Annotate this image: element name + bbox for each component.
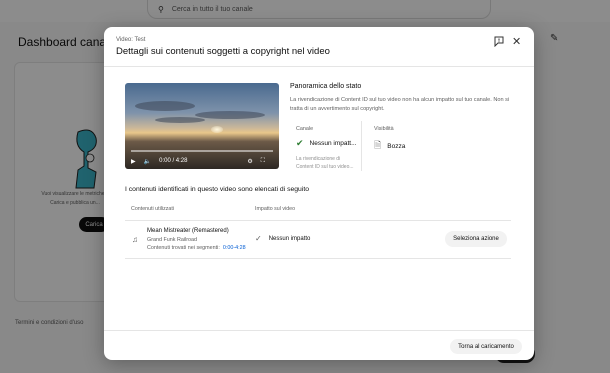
video-time: 0:00 / 4:28: [159, 158, 188, 164]
header-divider: [104, 66, 534, 67]
song-artist: Grand Funk Railroad: [147, 237, 198, 243]
table-divider: [125, 258, 511, 259]
song-segments: Contenuti trovati nei segmenti: 0:00-4:28: [147, 245, 246, 251]
settings-icon[interactable]: ⚙: [247, 158, 252, 165]
table-divider: [125, 220, 511, 221]
channel-status-value: ✔ Nessun impatt...: [296, 138, 357, 149]
segments-label: Contenuti trovati nei segmenti:: [147, 245, 220, 251]
visibility-status: Visibilità 🗎 Bozza: [368, 121, 448, 171]
select-action-button[interactable]: Seleziona azione: [445, 231, 507, 247]
fullscreen-icon[interactable]: ⛶: [261, 158, 265, 165]
overview-title: Panoramica dello stato: [290, 83, 362, 90]
col-header-content: Contenuti utilizzati: [131, 206, 174, 212]
music-note-icon: ♫: [132, 235, 138, 244]
channel-status-text: Nessun impatt...: [309, 140, 357, 147]
video-progress-bar[interactable]: [131, 150, 273, 152]
content-section-title: I contenuti identificati in questo video…: [125, 186, 310, 193]
copyright-details-dialog: Video: Test Dettagli sui contenuti sogge…: [104, 27, 534, 360]
dialog-title: Dettagli sui contenuti soggetti a copyri…: [116, 46, 330, 57]
volume-icon[interactable]: 🔈: [144, 158, 151, 165]
col-header-impact: Impatto sul video: [255, 206, 296, 212]
impact-status: ✓ Nessun impatto: [255, 234, 310, 243]
overview-description: La rivendicazione di Content ID sul tuo …: [290, 97, 510, 112]
play-icon[interactable]: ▶: [131, 158, 136, 165]
check-icon: ✓: [255, 234, 262, 243]
channel-status-note: La rivendicazione di Content ID sul tuo …: [296, 156, 354, 170]
back-to-upload-button[interactable]: Torna al caricamento: [450, 339, 522, 354]
segments-link[interactable]: 0:00-4:28: [223, 245, 246, 251]
draft-file-icon: 🗎: [374, 140, 382, 150]
visibility-value: 🗎 Bozza: [374, 138, 405, 154]
impact-text: Nessun impatto: [268, 235, 311, 242]
channel-status: Canale ✔ Nessun impatt... La rivendicazi…: [290, 121, 362, 171]
footer-divider: [104, 330, 534, 331]
video-thumbnail: [211, 126, 223, 133]
channel-status-label: Canale: [296, 126, 314, 132]
dialog-subtitle: Video: Test: [116, 37, 146, 43]
video-controls: ▶ 🔈 0:00 / 4:28 ⚙ ⛶: [125, 153, 279, 169]
visibility-text: Bozza: [387, 142, 406, 150]
close-icon[interactable]: ✕: [512, 35, 521, 48]
visibility-label: Visibilità: [374, 126, 394, 132]
song-title: Mean Mistreater (Remastered): [147, 228, 229, 234]
check-circle-icon: ✔: [296, 138, 304, 148]
video-player[interactable]: ▶ 🔈 0:00 / 4:28 ⚙ ⛶: [125, 83, 279, 169]
feedback-icon[interactable]: [494, 36, 504, 47]
